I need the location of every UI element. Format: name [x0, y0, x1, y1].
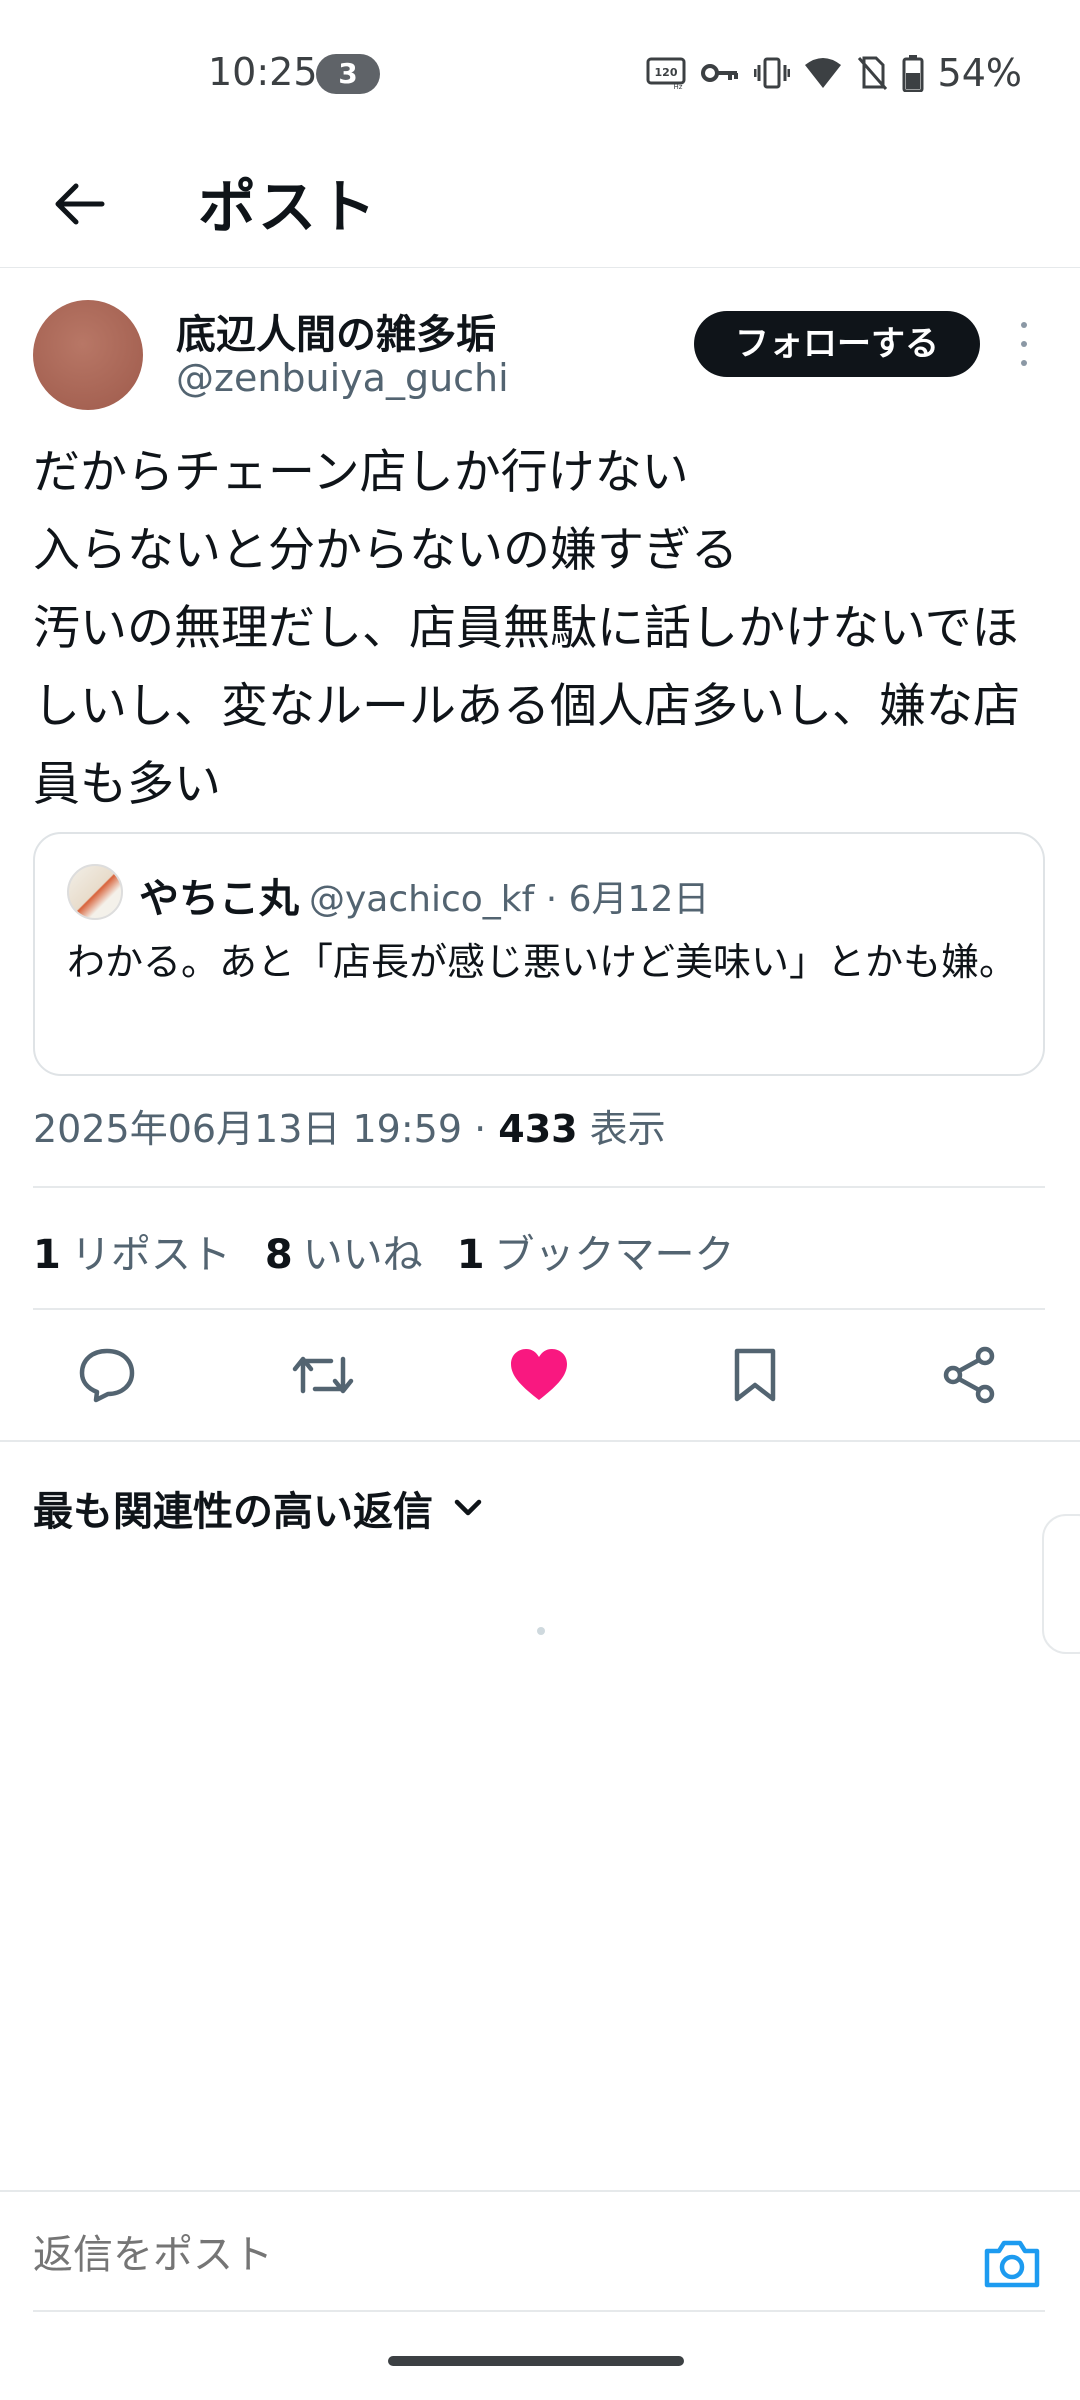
quote-handle-date: @yachico_kf · 6月12日 — [309, 879, 710, 920]
divider — [33, 2310, 1045, 2312]
notification-count-badge: 3 — [316, 54, 380, 94]
engagement-stats: 1 リポスト 8 いいね 1 ブックマーク — [33, 1222, 735, 1280]
divider — [33, 1186, 1045, 1188]
more-options-icon[interactable] — [1010, 322, 1038, 366]
reposts-label: リポスト — [70, 1232, 231, 1278]
post-timestamp: 2025年06月13日 19:59 · 433 表示 — [33, 1098, 666, 1153]
bookmarks-count: 1 — [456, 1232, 485, 1278]
quoted-post-card[interactable]: やちこ丸 @yachico_kf · 6月12日 わかる。あと「店長が感じ悪いけ… — [33, 832, 1045, 1076]
refresh-rate-120hz-icon: 120 Hz — [646, 56, 686, 90]
bookmarks-stat[interactable]: 1 ブックマーク — [457, 1222, 735, 1280]
quote-text: わかる。あと「店長が感じ悪いけど美味い」とかも嫌。 — [67, 940, 1018, 984]
wifi-icon — [804, 56, 842, 90]
views-label: 表示 — [577, 1107, 666, 1151]
views-count: 433 — [498, 1107, 578, 1151]
bookmarks-label: ブックマーク — [494, 1232, 735, 1278]
follow-button[interactable]: フォローする — [694, 311, 980, 377]
vpn-key-icon — [700, 58, 740, 88]
status-bar: 10:25 3 120 Hz 54% — [0, 0, 1080, 140]
quote-author-name: やちこ丸 — [139, 876, 299, 922]
home-indicator[interactable] — [388, 2356, 684, 2366]
heart-filled-icon — [511, 1349, 567, 1400]
post-text: だからチェーン店しか行けない 入らないと分からないの嫌すぎる 汚いの無理だし、店… — [33, 445, 1020, 812]
top-app-bar: ポスト — [0, 140, 1080, 268]
divider — [0, 1440, 1080, 1442]
loading-indicator — [537, 1627, 545, 1635]
edge-panel-handle[interactable] — [1042, 1514, 1080, 1654]
author-avatar[interactable] — [33, 300, 143, 410]
svg-text:120: 120 — [654, 66, 677, 79]
repost-button[interactable] — [288, 1340, 358, 1410]
share-icon — [943, 1346, 995, 1404]
back-button[interactable] — [44, 168, 116, 240]
likes-label: いいね — [302, 1232, 423, 1278]
camera-icon — [984, 2240, 1040, 2288]
reposts-count: 1 — [33, 1232, 61, 1278]
reply-input[interactable] — [33, 2232, 933, 2278]
reply-sort-label: 最も関連性の高い返信 — [33, 1489, 433, 1535]
vibrate-icon — [753, 56, 790, 90]
status-icons: 120 Hz 54% — [646, 48, 1022, 98]
timestamp-text: 2025年06月13日 19:59 · — [33, 1107, 499, 1151]
post-actions — [0, 1310, 1080, 1440]
bookmark-button[interactable] — [720, 1340, 790, 1410]
reply-icon — [79, 1348, 135, 1403]
battery-icon — [902, 54, 924, 92]
chevron-down-icon — [454, 1499, 482, 1516]
divider — [0, 2190, 1080, 2192]
quote-author-avatar — [67, 864, 123, 920]
battery-percent: 54% — [937, 51, 1022, 95]
reply-sort-dropdown[interactable]: 最も関連性の高い返信 — [33, 1478, 483, 1538]
status-time: 10:25 — [208, 50, 318, 94]
camera-button[interactable] — [980, 2232, 1044, 2296]
no-sim-icon — [856, 55, 888, 91]
author-handle[interactable]: @zenbuiya_guchi — [176, 356, 509, 400]
reply-button[interactable] — [72, 1340, 142, 1410]
reposts-stat[interactable]: 1 リポスト — [33, 1222, 231, 1280]
likes-count: 8 — [264, 1232, 293, 1278]
author-display-name[interactable]: 底辺人間の雑多垢 — [176, 302, 496, 360]
svg-text:Hz: Hz — [673, 83, 682, 90]
repost-icon — [292, 1356, 354, 1394]
bookmark-icon — [734, 1348, 776, 1402]
likes-stat[interactable]: 8 いいね — [265, 1222, 423, 1280]
share-button[interactable] — [934, 1340, 1004, 1410]
like-button[interactable] — [504, 1340, 574, 1410]
page-title: ポスト — [198, 173, 379, 241]
arrow-left-icon — [55, 183, 105, 225]
